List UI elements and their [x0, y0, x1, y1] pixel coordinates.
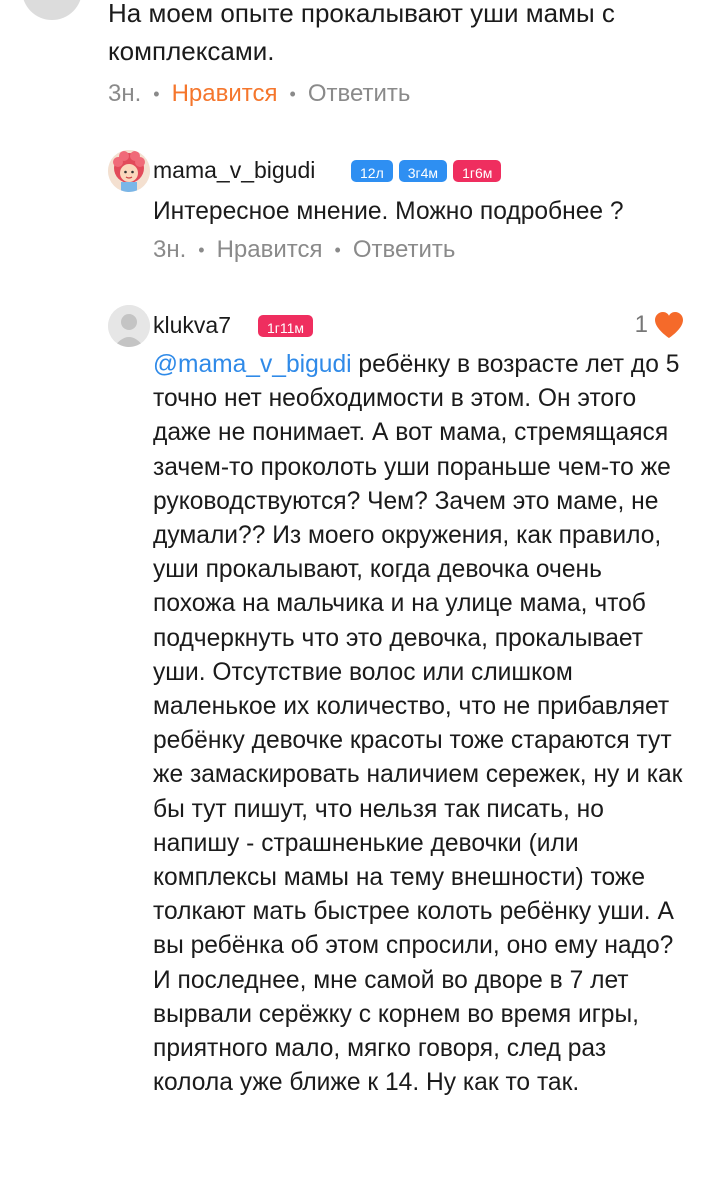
reply-button[interactable]: Ответить [308, 80, 411, 108]
avatar[interactable] [108, 150, 150, 192]
reply-button[interactable]: Ответить [353, 236, 456, 264]
comment-text: @mama_v_bigudi ребёнку в возрасте лет до… [153, 348, 688, 1100]
like-button[interactable]: Нравится [217, 236, 323, 264]
badge-child-age[interactable]: 1г11м [258, 315, 314, 337]
badge-row: 12л 3г4м 1г6м [351, 160, 502, 182]
like-counter[interactable]: 1 [635, 311, 684, 339]
comment-actions: 3н. • Нравится • Ответить [153, 236, 456, 264]
comment-actions: 3н. • Нравится • Ответить [108, 80, 411, 108]
heart-icon[interactable] [654, 311, 684, 339]
comment-text: Интересное мнение. Можно подробнее ? [153, 198, 624, 225]
badge-child-age[interactable]: 12л [351, 160, 393, 182]
comment-time: 3н. [153, 236, 187, 263]
like-button[interactable]: Нравится [172, 80, 278, 108]
username[interactable]: klukva7 [153, 312, 231, 339]
badge-row: 1г11м [258, 315, 314, 337]
badge-child-age[interactable]: 3г4м [398, 160, 448, 182]
user-mention-link[interactable]: @mama_v_bigudi [153, 351, 352, 378]
username[interactable]: mama_v_bigudi [153, 157, 315, 184]
comment-time: 3н. [108, 80, 142, 107]
avatar[interactable] [22, 0, 82, 20]
avatar[interactable] [108, 305, 150, 347]
badge-child-age[interactable]: 1г6м [453, 160, 502, 182]
comment-text-body: ребёнку в возрасте лет до 5 точно нет не… [153, 351, 683, 1097]
curly-hair-woman-avatar-icon [108, 150, 150, 192]
like-count: 1 [634, 311, 648, 338]
default-user-icon [108, 305, 150, 347]
comment-text: На моем опыте прокалывают уши мамы с ком… [108, 0, 615, 66]
